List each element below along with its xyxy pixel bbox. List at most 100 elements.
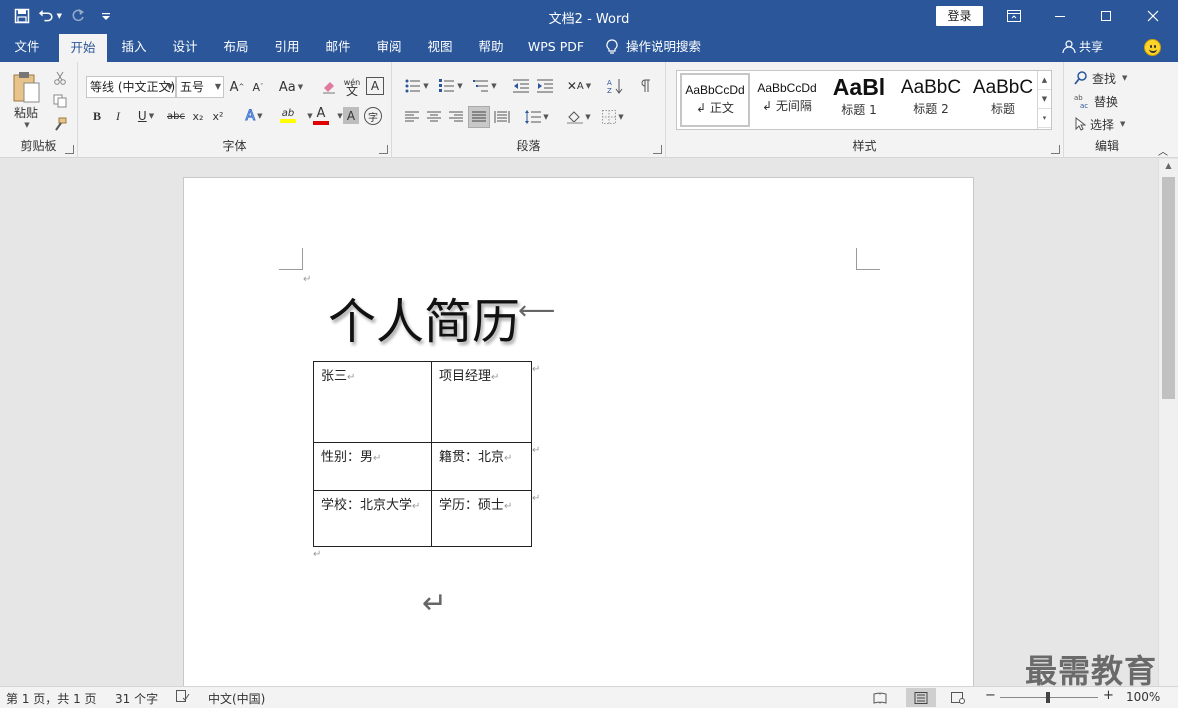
styles-launcher-icon[interactable]: [1051, 145, 1060, 154]
collapse-ribbon-icon[interactable]: ︿: [1156, 144, 1170, 158]
copy-icon[interactable]: [50, 91, 70, 111]
font-launcher-icon[interactable]: [379, 145, 388, 154]
font-size-combo[interactable]: 五号 ▼: [176, 76, 224, 98]
table-cell[interactable]: 性别：男↵: [313, 442, 432, 491]
change-case-button[interactable]: Aa ▼: [277, 77, 305, 97]
sort-icon[interactable]: AZ: [604, 76, 626, 96]
grow-font-button[interactable]: A ^: [228, 77, 246, 97]
feedback-smiley-icon[interactable]: [1144, 39, 1161, 56]
tab-mailings[interactable]: 邮件: [316, 32, 360, 62]
table-cell[interactable]: 籍贯：北京↵: [431, 442, 532, 491]
style-no-spacing[interactable]: AaBbCcDd ↲ 无间隔: [752, 73, 822, 127]
tab-insert[interactable]: 插入: [112, 32, 156, 62]
tell-me-search[interactable]: 操作说明搜索: [606, 32, 716, 62]
shrink-font-button[interactable]: Aˇ: [249, 77, 267, 97]
login-button[interactable]: 登录: [936, 6, 983, 26]
font-color-button[interactable]: A: [307, 104, 335, 126]
select-button[interactable]: 选择 ▼: [1074, 115, 1146, 133]
find-button[interactable]: 查找 ▼: [1074, 69, 1146, 87]
styles-scroll-down-icon[interactable]: ▼: [1038, 90, 1051, 109]
paragraph-launcher-icon[interactable]: [653, 145, 662, 154]
redo-icon[interactable]: [66, 5, 90, 27]
numbering-icon[interactable]: ▼: [436, 76, 466, 96]
distributed-icon[interactable]: [492, 107, 512, 127]
customize-qat-icon[interactable]: [94, 5, 118, 27]
replace-button[interactable]: ab ac 替换: [1074, 92, 1146, 110]
phonetic-guide-button[interactable]: wén 文: [341, 75, 363, 99]
align-right-icon[interactable]: [446, 107, 466, 127]
tab-review[interactable]: 审阅: [367, 32, 411, 62]
character-shading-button[interactable]: A: [343, 107, 359, 124]
read-mode-icon[interactable]: [868, 688, 892, 707]
tab-layout[interactable]: 布局: [214, 32, 258, 62]
maximize-icon[interactable]: [1083, 0, 1129, 32]
word-count[interactable]: 31 个字: [115, 690, 158, 707]
enclose-characters-button[interactable]: 字: [364, 107, 382, 125]
share-button[interactable]: 共享: [1062, 32, 1103, 62]
scroll-up-icon[interactable]: ▲: [1159, 161, 1178, 175]
zoom-level[interactable]: 100%: [1126, 690, 1160, 704]
multilevel-list-icon[interactable]: ▼: [470, 76, 500, 96]
bullets-icon[interactable]: ▼: [402, 76, 432, 96]
justify-icon[interactable]: [468, 106, 490, 128]
tab-file[interactable]: 文件: [4, 32, 50, 62]
subscript-button[interactable]: x₂: [189, 106, 207, 126]
web-layout-icon[interactable]: [946, 688, 970, 707]
vertical-scrollbar[interactable]: ▲: [1158, 159, 1178, 686]
tab-home[interactable]: 开始: [59, 34, 107, 62]
styles-scroll-up-icon[interactable]: ▲: [1038, 71, 1051, 90]
character-border-button[interactable]: A: [366, 77, 384, 95]
superscript-button[interactable]: x²: [209, 106, 227, 126]
clear-formatting-icon[interactable]: [319, 77, 339, 97]
clipboard-launcher-icon[interactable]: [65, 145, 74, 154]
text-effects-button[interactable]: A ▼: [240, 106, 268, 126]
paste-button[interactable]: 粘贴 ▼: [6, 66, 46, 132]
style-heading-1[interactable]: AaBl 标题 1: [824, 73, 894, 127]
tab-help[interactable]: 帮助: [469, 32, 513, 62]
increase-indent-icon[interactable]: [534, 76, 556, 96]
table-cell[interactable]: 张三↵: [313, 361, 432, 443]
proofing-icon[interactable]: [176, 690, 190, 705]
resume-title[interactable]: 个人简历: [328, 282, 520, 352]
minimize-icon[interactable]: [1037, 0, 1083, 32]
font-name-combo[interactable]: 等线 (中文正文) ▼: [86, 76, 176, 98]
bold-button[interactable]: B: [88, 106, 106, 126]
table-cell[interactable]: 学校：北京大学↵: [313, 490, 432, 547]
undo-icon[interactable]: ▼: [38, 5, 62, 27]
cut-icon[interactable]: [50, 68, 70, 88]
italic-button[interactable]: I: [109, 106, 127, 126]
tab-view[interactable]: 视图: [418, 32, 462, 62]
document-page[interactable]: ↵ 个人简历 ⟵ 张三↵ 项目经理↵ 性别：男↵ 籍贯：北京↵ 学校：北京大学↵…: [183, 177, 974, 686]
decrease-indent-icon[interactable]: [510, 76, 532, 96]
page-count[interactable]: 第 1 页，共 1 页: [6, 690, 97, 707]
tab-references[interactable]: 引用: [265, 32, 309, 62]
borders-icon[interactable]: ▼: [598, 107, 628, 127]
style-title[interactable]: AaBbC 标题: [968, 73, 1038, 127]
show-formatting-marks-icon[interactable]: [636, 76, 656, 96]
scrollbar-thumb[interactable]: [1162, 177, 1175, 399]
format-painter-icon[interactable]: [50, 114, 70, 134]
language[interactable]: 中文(中国): [208, 690, 265, 707]
resume-table[interactable]: 张三↵ 项目经理↵ 性别：男↵ 籍贯：北京↵ 学校：北京大学↵ 学历：硕士↵: [313, 361, 532, 547]
tab-design[interactable]: 设计: [163, 32, 207, 62]
underline-button[interactable]: U ▼: [131, 106, 161, 126]
chinese-layout-icon[interactable]: ✕ A ▼: [564, 76, 594, 96]
strikethrough-button[interactable]: abc: [165, 106, 187, 126]
zoom-out-button[interactable]: −: [985, 688, 996, 703]
save-icon[interactable]: [10, 5, 34, 27]
line-spacing-icon[interactable]: ▼: [522, 107, 552, 127]
ribbon-display-options-icon[interactable]: [991, 0, 1037, 32]
shading-icon[interactable]: ▼: [564, 107, 594, 127]
zoom-in-button[interactable]: +: [1103, 688, 1114, 703]
tab-wps-pdf[interactable]: WPS PDF: [522, 32, 590, 62]
align-left-icon[interactable]: [402, 107, 422, 127]
style-normal[interactable]: AaBbCcDd ↲ 正文: [680, 73, 750, 127]
table-cell[interactable]: 项目经理↵: [431, 361, 532, 443]
close-icon[interactable]: [1130, 0, 1176, 32]
styles-more-icon[interactable]: ▾: [1038, 109, 1051, 128]
table-cell[interactable]: 学历：硕士↵: [431, 490, 532, 547]
highlight-button[interactable]: ab: [273, 104, 303, 126]
align-center-icon[interactable]: [424, 107, 444, 127]
style-heading-2[interactable]: AaBbC 标题 2: [896, 73, 966, 127]
zoom-slider[interactable]: [1000, 692, 1098, 703]
